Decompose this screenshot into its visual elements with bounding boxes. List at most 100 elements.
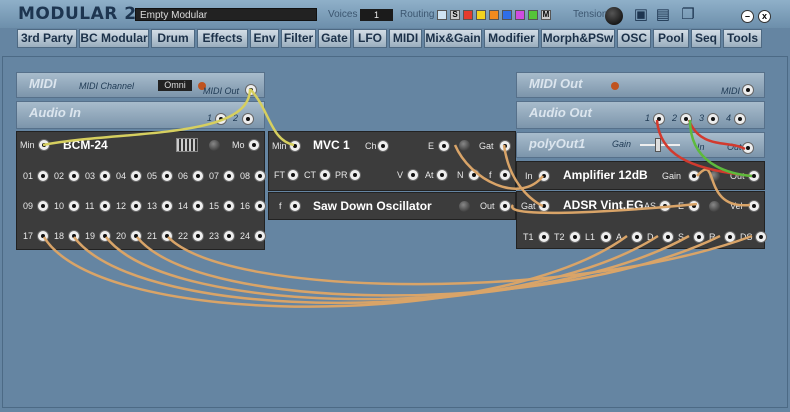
patch-name-field[interactable]: Empty Modular	[135, 8, 317, 21]
routing-swatch[interactable]: S	[450, 10, 460, 20]
adsr-knob[interactable]	[709, 201, 720, 212]
copy-icon[interactable]: ❐	[679, 6, 697, 24]
adsr-vel-jack[interactable]	[748, 200, 760, 212]
adsr-gat-jack[interactable]	[538, 200, 550, 212]
keyboard-icon[interactable]	[176, 138, 198, 152]
bcm24-channel-jack-03[interactable]	[99, 170, 111, 182]
bcm24-channel-jack-10[interactable]	[68, 200, 80, 212]
bcm24-channel-jack-20[interactable]	[130, 230, 142, 242]
category-tab-pool[interactable]: Pool	[653, 29, 689, 48]
adsr-module[interactable]: Gat ADSR Vint.EG AS E Vel T1 T2 L1 A D S R DS	[516, 191, 767, 249]
adsr-jack-d[interactable]	[662, 231, 674, 243]
adsr-jack-l1[interactable]	[600, 231, 612, 243]
amp-gain-jack[interactable]	[688, 170, 700, 182]
category-tab-lfo[interactable]: LFO	[353, 29, 387, 48]
adsr-jack-t1[interactable]	[538, 231, 550, 243]
routing-swatch[interactable]	[476, 10, 486, 20]
routing-swatch[interactable]	[515, 10, 525, 20]
bcm24-channel-jack-13[interactable]	[161, 200, 173, 212]
audio-out-jack-3[interactable]	[707, 113, 719, 125]
category-tab-bc-modular[interactable]: BC Modular	[79, 29, 149, 48]
bcm24-channel-jack-02[interactable]	[68, 170, 80, 182]
category-tab-modifier[interactable]: Modifier	[484, 29, 539, 48]
routing-swatch[interactable]: M	[541, 10, 551, 20]
audio-out-jack-4[interactable]	[734, 113, 746, 125]
midi-channel-select[interactable]: Omni	[158, 80, 192, 91]
routing-swatch[interactable]	[528, 10, 538, 20]
mvc1-n-jack[interactable]	[468, 169, 480, 181]
bcm24-channel-jack-15[interactable]	[223, 200, 235, 212]
audio-out-jack-2[interactable]	[680, 113, 692, 125]
amplifier-module[interactable]: In Amplifier 12dB Gain Out	[516, 161, 765, 190]
save-as-icon[interactable]: ▤	[654, 6, 672, 24]
bcm24-channel-jack-01[interactable]	[37, 170, 49, 182]
adsr-jack-s[interactable]	[693, 231, 705, 243]
mvc1-ft-jack[interactable]	[287, 169, 299, 181]
category-tab-tools[interactable]: Tools	[723, 29, 762, 48]
bcm24-min-jack[interactable]	[38, 139, 50, 151]
category-tab-seq[interactable]: Seq	[691, 29, 721, 48]
audio-out-module[interactable]: Audio Out 1 2 3 4	[516, 101, 765, 129]
category-tab-effects[interactable]: Effects	[197, 29, 248, 48]
bcm24-channel-jack-18[interactable]	[68, 230, 80, 242]
routing-swatch[interactable]	[463, 10, 473, 20]
bcm24-channel-jack-17[interactable]	[37, 230, 49, 242]
bcm24-channel-jack-08[interactable]	[254, 170, 266, 182]
category-tab-env[interactable]: Env	[250, 29, 279, 48]
saw-out-jack[interactable]	[499, 200, 511, 212]
midi-out-in-jack[interactable]	[742, 84, 754, 96]
polyout-gain-thumb[interactable]	[655, 138, 661, 152]
bcm24-channel-jack-09[interactable]	[37, 200, 49, 212]
adsr-jack-a[interactable]	[631, 231, 643, 243]
bcm24-channel-jack-23[interactable]	[223, 230, 235, 242]
bcm24-channel-jack-16[interactable]	[254, 200, 266, 212]
saw-osc-module[interactable]: f Saw Down Oscillator Out	[268, 192, 516, 220]
mvc1-gat-jack[interactable]	[499, 140, 511, 152]
mvc1-v-jack[interactable]	[407, 169, 419, 181]
mvc1-knob[interactable]	[459, 140, 470, 151]
bcm24-channel-jack-14[interactable]	[192, 200, 204, 212]
polyout-module[interactable]: polyOut1 Gain In Out	[516, 132, 765, 158]
amp-knob[interactable]	[709, 171, 720, 182]
bcm24-channel-jack-19[interactable]	[99, 230, 111, 242]
category-tab-midi[interactable]: MIDI	[389, 29, 422, 48]
audio-out-jack-1[interactable]	[653, 113, 665, 125]
bcm24-channel-jack-04[interactable]	[130, 170, 142, 182]
bcm24-knob[interactable]	[209, 140, 220, 151]
category-tab-drum[interactable]: Drum	[151, 29, 195, 48]
close-button[interactable]: x	[758, 10, 771, 23]
adsr-jack-t2[interactable]	[569, 231, 581, 243]
mvc1-module[interactable]: Min MVC 1 Ch E Gat FT CT PR V At N f	[268, 131, 516, 191]
polyout-out-jack[interactable]	[742, 142, 754, 154]
bcm24-channel-jack-22[interactable]	[192, 230, 204, 242]
bcm24-mo-jack[interactable]	[248, 139, 260, 151]
bcm24-module[interactable]: Min BCM-24 Mo 01 02 03 04 05 06 07 08 09 10 11 12 13…	[16, 131, 266, 250]
audio-in-module[interactable]: Audio In 1 2	[16, 101, 265, 129]
bcm24-channel-jack-21[interactable]	[161, 230, 173, 242]
audio-in-jack-1[interactable]	[215, 113, 227, 125]
mvc1-e-jack[interactable]	[438, 140, 450, 152]
bcm24-channel-jack-11[interactable]	[99, 200, 111, 212]
minimize-button[interactable]: –	[741, 10, 754, 23]
adsr-as-jack[interactable]	[659, 200, 671, 212]
midi-module[interactable]: MIDI MIDI Channel Omni MIDI Out	[16, 72, 265, 98]
category-tab-filter[interactable]: Filter	[281, 29, 316, 48]
midi-out-module[interactable]: MIDI Out MIDI	[516, 72, 765, 98]
amp-out-jack[interactable]	[748, 170, 760, 182]
bcm24-channel-jack-24[interactable]	[254, 230, 266, 242]
mvc1-pr-jack[interactable]	[349, 169, 361, 181]
midi-out-jack[interactable]	[245, 84, 257, 96]
mvc1-at-jack[interactable]	[436, 169, 448, 181]
saw-knob[interactable]	[459, 201, 470, 212]
routing-swatch[interactable]	[502, 10, 512, 20]
saw-f-jack[interactable]	[289, 200, 301, 212]
audio-in-jack-2[interactable]	[242, 113, 254, 125]
category-tab-morph-psw[interactable]: Morph&PSw	[541, 29, 615, 48]
mvc1-ct-jack[interactable]	[319, 169, 331, 181]
adsr-jack-ds[interactable]	[755, 231, 767, 243]
save-icon[interactable]: ▣	[632, 6, 650, 24]
voices-field[interactable]: 1	[360, 9, 393, 21]
amp-in-jack[interactable]	[538, 170, 550, 182]
category-tab-osc[interactable]: OSC	[617, 29, 651, 48]
bcm24-channel-jack-06[interactable]	[192, 170, 204, 182]
